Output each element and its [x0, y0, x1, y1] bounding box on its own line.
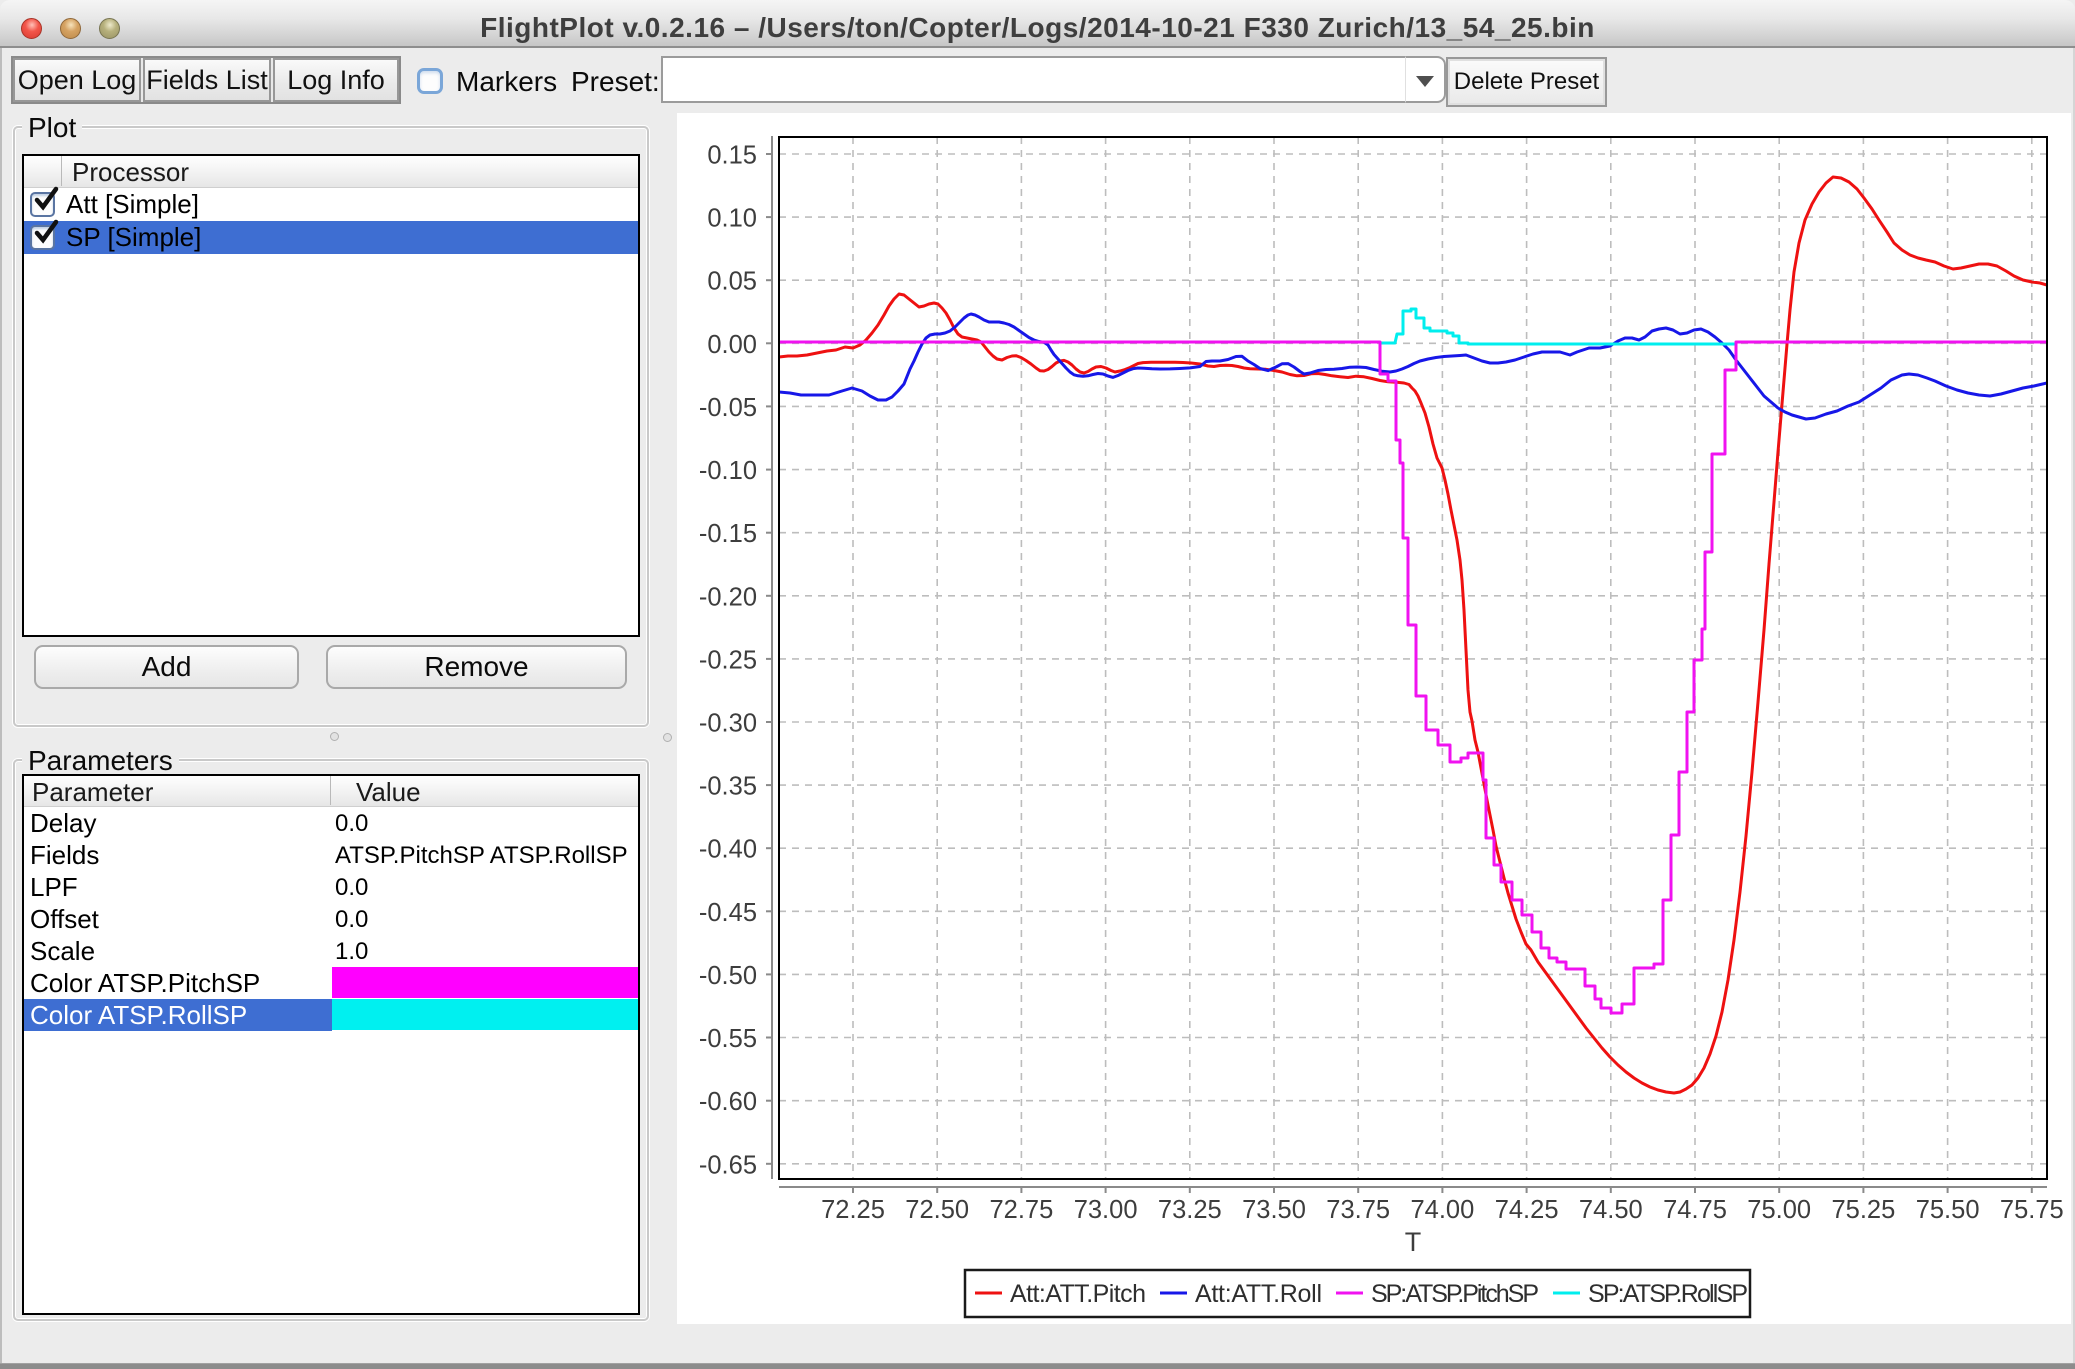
svg-text:SP:ATSP.PitchSP: SP:ATSP.PitchSP — [1371, 1280, 1539, 1308]
svg-text:-0.45: -0.45 — [699, 899, 757, 927]
svg-text:-0.55: -0.55 — [699, 1025, 757, 1053]
svg-text:-0.35: -0.35 — [699, 773, 757, 801]
svg-text:T: T — [1405, 1227, 1422, 1257]
svg-text:SP:ATSP.RollSP: SP:ATSP.RollSP — [1588, 1280, 1748, 1308]
svg-text:-0.30: -0.30 — [699, 710, 757, 738]
svg-text:72.75: 72.75 — [989, 1196, 1053, 1224]
svg-text:75.75: 75.75 — [2000, 1196, 2064, 1224]
svg-text:74.00: 74.00 — [1410, 1196, 1474, 1224]
svg-text:74.25: 74.25 — [1495, 1196, 1559, 1224]
svg-text:75.50: 75.50 — [1916, 1196, 1980, 1224]
svg-text:73.00: 73.00 — [1074, 1196, 1138, 1224]
svg-text:-0.60: -0.60 — [699, 1088, 757, 1116]
svg-text:-0.65: -0.65 — [699, 1151, 757, 1179]
svg-text:0.05: 0.05 — [707, 268, 757, 296]
svg-text:73.75: 73.75 — [1326, 1196, 1390, 1224]
svg-text:-0.05: -0.05 — [699, 394, 757, 422]
svg-text:-0.40: -0.40 — [699, 836, 757, 864]
svg-text:0.00: 0.00 — [707, 331, 757, 359]
svg-text:72.50: 72.50 — [905, 1196, 969, 1224]
svg-text:73.50: 73.50 — [1242, 1196, 1306, 1224]
svg-text:-0.25: -0.25 — [699, 646, 757, 674]
svg-text:-0.10: -0.10 — [699, 457, 757, 485]
svg-text:75.00: 75.00 — [1747, 1196, 1811, 1224]
svg-text:Att:ATT.Roll: Att:ATT.Roll — [1195, 1280, 1322, 1308]
svg-text:-0.50: -0.50 — [699, 962, 757, 990]
svg-text:0.10: 0.10 — [707, 205, 757, 233]
svg-text:-0.15: -0.15 — [699, 520, 757, 548]
svg-text:72.25: 72.25 — [821, 1196, 885, 1224]
svg-text:74.75: 74.75 — [1663, 1196, 1727, 1224]
svg-text:73.25: 73.25 — [1158, 1196, 1222, 1224]
svg-text:0.15: 0.15 — [707, 142, 757, 170]
svg-text:74.50: 74.50 — [1579, 1196, 1643, 1224]
svg-text:Att:ATT.Pitch: Att:ATT.Pitch — [1010, 1280, 1146, 1308]
svg-text:75.25: 75.25 — [1831, 1196, 1895, 1224]
svg-text:-0.20: -0.20 — [699, 583, 757, 611]
